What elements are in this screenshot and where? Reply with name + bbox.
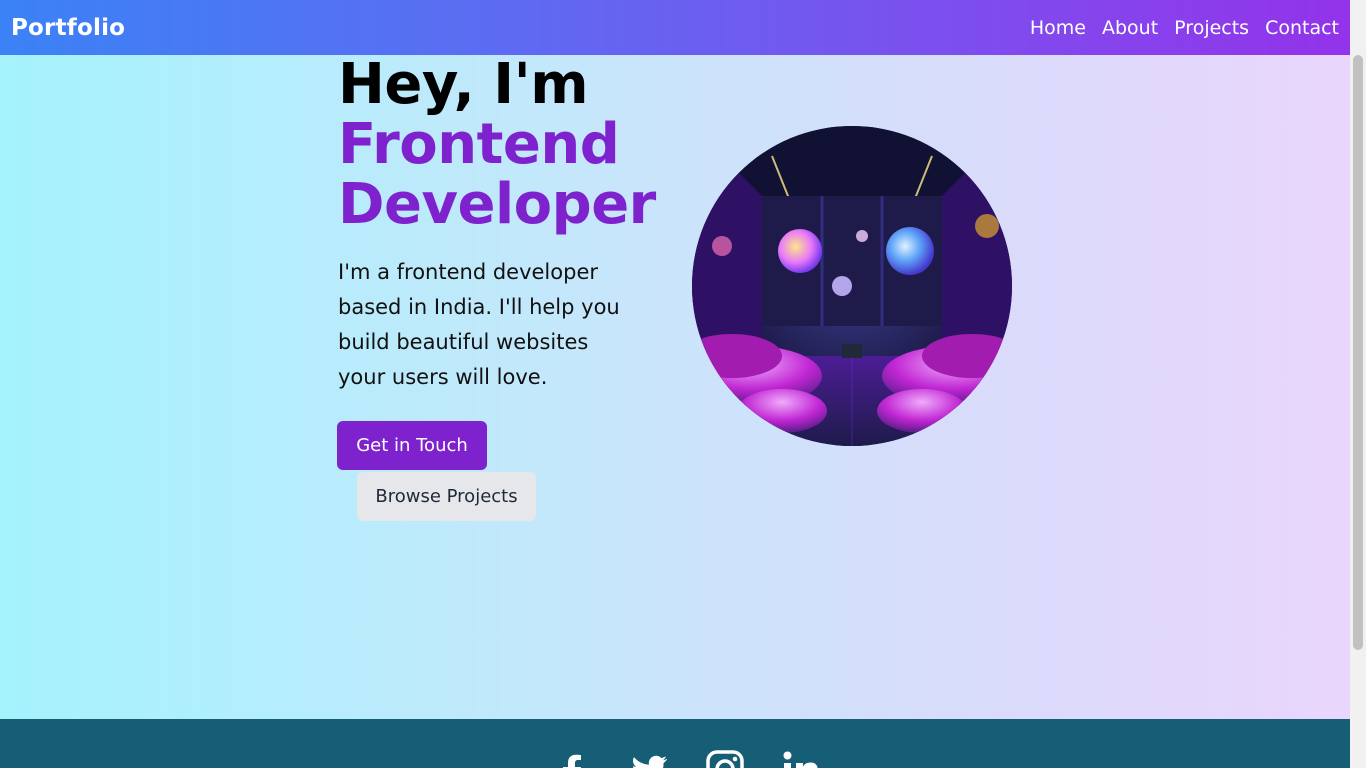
nav-link-contact[interactable]: Contact: [1265, 17, 1339, 39]
hero-greeting: Hey, I'm: [338, 52, 589, 117]
neon-lounge-room-image: [692, 126, 1012, 446]
twitter-icon[interactable]: [629, 749, 669, 768]
vertical-scrollbar[interactable]: [1350, 0, 1366, 768]
get-in-touch-button[interactable]: Get in Touch: [337, 421, 487, 470]
hero-heading: Hey, I'm Frontend Developer: [338, 55, 668, 235]
hero-role-line1: Frontend: [338, 112, 620, 177]
instagram-icon[interactable]: [705, 749, 745, 768]
hero-role-line2: Developer: [338, 172, 656, 237]
hero-section: Hey, I'm Frontend Developer I'm a fronte…: [338, 55, 668, 395]
browse-projects-button[interactable]: Browse Projects: [357, 472, 536, 521]
brand-logo[interactable]: Portfolio: [11, 15, 125, 41]
facebook-icon[interactable]: [553, 749, 593, 768]
page: Portfolio Home About Projects Contact He…: [0, 0, 1366, 768]
scrollbar-thumb[interactable]: [1353, 55, 1363, 650]
nav-links: Home About Projects Contact: [1030, 17, 1339, 39]
footer: [0, 719, 1350, 768]
linkedin-icon[interactable]: [781, 749, 821, 768]
nav-link-projects[interactable]: Projects: [1174, 17, 1249, 39]
nav-link-about[interactable]: About: [1102, 17, 1158, 39]
hero-description: I'm a frontend developer based in India.…: [338, 260, 620, 389]
social-links: [553, 749, 821, 768]
nav-link-home[interactable]: Home: [1030, 17, 1086, 39]
navbar: Portfolio Home About Projects Contact: [0, 0, 1350, 55]
